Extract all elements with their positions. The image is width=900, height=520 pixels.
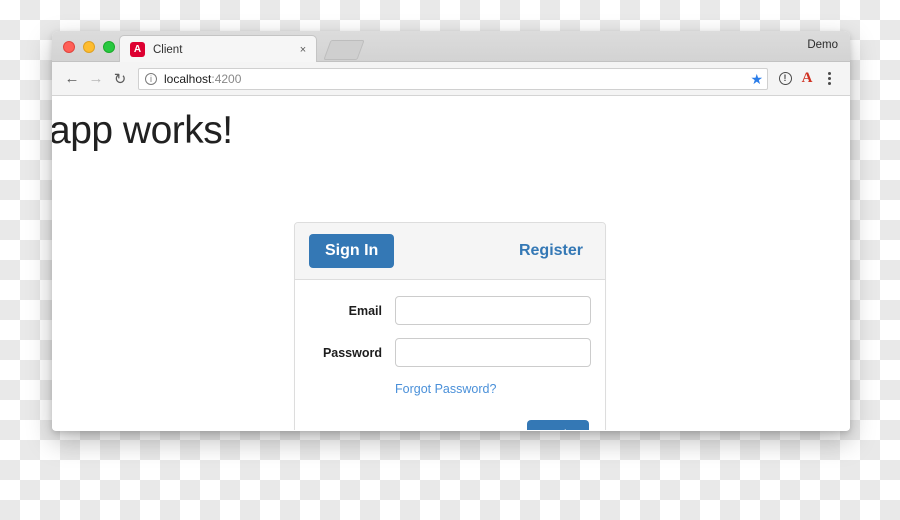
extension-info-icon[interactable]: ! [774,67,796,91]
exclaim-circle-glyph: ! [778,72,792,85]
email-input[interactable] [395,296,591,325]
maximize-window-button[interactable] [103,41,115,53]
email-row: Email [309,296,591,325]
profile-label[interactable]: Demo [807,39,838,51]
page-content: app works! Sign In Register Email Passwo… [52,96,850,430]
browser-tab-client[interactable]: A Client × [119,35,317,63]
angular-logo-icon: A [130,42,145,57]
url-host: localhost [164,71,212,86]
password-input[interactable] [395,338,591,367]
address-bar[interactable]: i localhost:4200 ★ [138,67,768,90]
back-arrow-icon[interactable]: ← [60,67,84,91]
close-window-button[interactable] [63,41,75,53]
email-label: Email [348,303,382,318]
page-title: app works! [52,109,233,152]
login-card-body: Email Password Forgot Password? Login [295,280,605,430]
register-link[interactable]: Register [519,242,583,260]
site-info-icon[interactable]: i [145,72,157,85]
password-label: Password [322,345,382,360]
new-tab-button[interactable] [323,40,365,60]
browser-toolbar: ← → ↻ i localhost:4200 ★ ! A [52,62,850,96]
close-tab-icon[interactable]: × [296,43,310,57]
address-bar-url: localhost:4200 [164,72,241,86]
minimize-window-button[interactable] [83,41,95,53]
tab-strip: A Client × Demo [52,31,850,63]
extension-letter-a-icon[interactable]: A [796,67,818,91]
password-row: Password [309,338,591,367]
kebab-dots [827,72,831,85]
forgot-password-row: Forgot Password? [309,380,591,398]
login-card: Sign In Register Email Password Forgot P… [294,222,606,430]
bookmark-star-icon[interactable]: ★ [750,71,763,88]
login-button[interactable]: Login [527,420,589,430]
tab-sign-in[interactable]: Sign In [309,234,395,268]
login-button-row: Login [309,420,591,430]
tab-title: Client [153,43,183,56]
login-card-header: Sign In Register [295,223,605,280]
forgot-password-link[interactable]: Forgot Password? [395,382,496,396]
browser-menu-icon[interactable] [818,67,840,91]
forward-arrow-icon[interactable]: → [84,67,108,91]
reload-icon[interactable]: ↻ [108,67,132,91]
browser-window: A Client × Demo ← → ↻ i localhost:4200 ★… [52,31,850,431]
window-controls [63,41,115,53]
url-port: :4200 [211,71,242,86]
